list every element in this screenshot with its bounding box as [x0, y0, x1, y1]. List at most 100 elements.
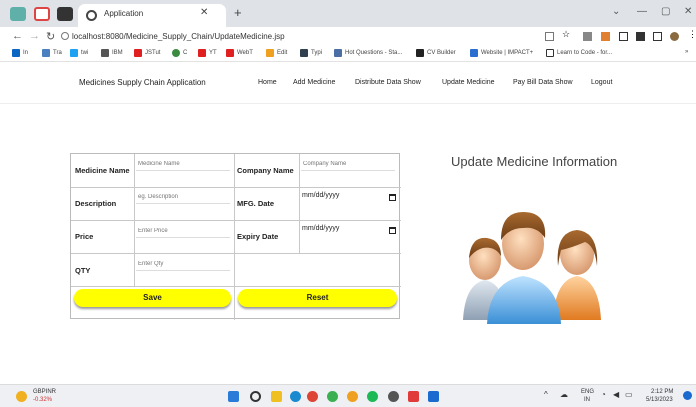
spotify-icon[interactable]	[367, 391, 378, 402]
typing-icon	[300, 49, 308, 57]
app-icon[interactable]	[388, 391, 399, 402]
notification-icon[interactable]	[683, 391, 692, 400]
bookmark-item[interactable]: Typi	[300, 49, 322, 57]
bookmark-item[interactable]: Learn to Code - for...	[546, 49, 612, 57]
update-medicine-form: Medicine Name Company Name Description M…	[70, 153, 401, 320]
company-name-label: Company Name	[237, 166, 294, 175]
menu-icon[interactable]: ⋮	[688, 29, 696, 39]
company-name-input[interactable]	[301, 157, 395, 171]
close-tab-icon[interactable]: ✕	[200, 7, 208, 18]
back-button[interactable]: ←	[12, 30, 23, 42]
bookmark-item[interactable]: Edit	[266, 49, 287, 57]
medicine-name-label: Medicine Name	[75, 166, 130, 175]
cloud-icon[interactable]: ☁	[560, 390, 568, 399]
language-indicator[interactable]: ENG	[581, 389, 594, 395]
bookmark-item[interactable]: twi	[70, 49, 88, 57]
info-icon[interactable]	[61, 32, 69, 40]
extension-icon[interactable]	[601, 32, 610, 41]
mfg-date-input[interactable]: mm/dd/yyyy	[302, 192, 339, 206]
pinned-tab-icon[interactable]	[10, 7, 26, 21]
ticker-name[interactable]: GBPINR	[33, 389, 56, 395]
bookmark-item[interactable]: JSTut	[134, 49, 160, 57]
app-icon[interactable]	[428, 391, 439, 402]
web-page: Medicines Supply Chain Application Home …	[0, 62, 696, 384]
more-bookmarks-icon[interactable]: »	[685, 49, 688, 55]
maximize-button[interactable]: ▢	[661, 6, 670, 17]
bookmark-item[interactable]: In	[12, 49, 28, 57]
page-title: Update Medicine Information	[451, 154, 618, 169]
nav-distribute-data-show[interactable]: Distribute Data Show	[355, 79, 421, 86]
pinned-tab-icon[interactable]	[57, 7, 73, 21]
clock-date: 5/13/2023	[646, 397, 673, 403]
url-input[interactable]: localhost:8080/Medicine_Supply_Chain/Upd…	[72, 32, 285, 41]
bookmark-item[interactable]: Website | IMPACT+	[470, 49, 533, 57]
description-input[interactable]	[136, 190, 230, 204]
youtube-icon	[226, 49, 234, 57]
bookmark-item[interactable]: C	[172, 49, 187, 57]
close-window-button[interactable]: ✕	[684, 6, 692, 17]
nav-logout[interactable]: Logout	[591, 79, 612, 86]
code-icon	[546, 49, 554, 57]
chevron-down-icon[interactable]: ⌄	[612, 6, 620, 17]
twitter-icon	[70, 49, 78, 57]
nav-pay-bill-data-show[interactable]: Pay Bill Data Show	[513, 79, 573, 86]
row-divider	[71, 286, 401, 287]
nav-home[interactable]: Home	[258, 79, 277, 86]
app-brand[interactable]: Medicines Supply Chain Application	[79, 78, 206, 87]
clock-time[interactable]: 2:12 PM	[651, 389, 673, 395]
bookmark-item[interactable]: Hot Questions - Sta...	[334, 49, 402, 57]
forward-button[interactable]: →	[29, 30, 40, 42]
bookmark-item[interactable]: Tra	[42, 49, 62, 57]
wifi-icon[interactable]: ◔	[601, 390, 606, 399]
nav-add-medicine[interactable]: Add Medicine	[293, 79, 335, 86]
star-icon[interactable]: ☆	[562, 29, 571, 39]
weather-icon[interactable]	[16, 391, 27, 402]
linkedin-icon	[12, 49, 20, 57]
volume-icon[interactable]: ◀	[613, 390, 619, 399]
reset-button[interactable]: Reset	[238, 289, 397, 307]
qty-input[interactable]	[136, 257, 230, 271]
region-indicator: IN	[584, 397, 590, 403]
bookmark-item[interactable]: WebT	[226, 49, 253, 57]
edge-icon[interactable]	[290, 391, 301, 402]
share-icon[interactable]	[545, 32, 554, 41]
tab-application[interactable]: Application ✕	[78, 4, 226, 27]
medicine-name-input[interactable]	[136, 157, 230, 171]
expiry-date-input[interactable]: mm/dd/yyyy	[302, 225, 339, 239]
app-icon[interactable]	[327, 391, 338, 402]
bookmark-icon	[42, 49, 50, 57]
profile-icon[interactable]	[670, 32, 679, 41]
minimize-button[interactable]: —	[637, 6, 647, 17]
new-tab-button[interactable]: +	[234, 5, 242, 20]
calendar-icon[interactable]	[389, 194, 396, 201]
cv-icon	[416, 49, 424, 57]
battery-icon[interactable]: ▭	[625, 390, 633, 399]
people-illustration	[463, 212, 601, 324]
ticker-change: -0.32%	[33, 397, 53, 403]
windows-start-icon[interactable]	[228, 391, 239, 402]
chrome-icon[interactable]	[307, 391, 318, 402]
price-input[interactable]	[136, 224, 230, 238]
browser-tab-bar: Application ✕ + ⌄ — ▢ ✕	[0, 0, 696, 27]
bookmark-item[interactable]: YT	[198, 49, 217, 57]
file-explorer-icon[interactable]	[271, 391, 282, 402]
youtube-icon	[198, 49, 206, 57]
extension-icon[interactable]	[583, 32, 592, 41]
app-icon[interactable]	[408, 391, 419, 402]
bookmark-item[interactable]: IBM	[101, 49, 123, 57]
sidebar-icon[interactable]	[653, 32, 662, 41]
app-icon[interactable]	[347, 391, 358, 402]
chevron-up-icon[interactable]: ^	[544, 390, 548, 399]
gmail-tab-icon[interactable]	[34, 7, 50, 21]
expiry-date-label: Expiry Date	[237, 232, 279, 241]
puzzle-icon[interactable]	[636, 32, 645, 41]
tab-title: Application	[104, 9, 144, 18]
bookmark-item[interactable]: CV Builder	[416, 49, 456, 57]
calendar-icon[interactable]	[389, 227, 396, 234]
save-button[interactable]: Save	[74, 289, 231, 307]
search-icon[interactable]	[250, 391, 261, 402]
reload-button[interactable]: ↻	[46, 30, 55, 43]
nav-update-medicine[interactable]: Update Medicine	[442, 79, 495, 86]
extension-icon[interactable]	[619, 32, 628, 41]
youtube-icon	[134, 49, 142, 57]
